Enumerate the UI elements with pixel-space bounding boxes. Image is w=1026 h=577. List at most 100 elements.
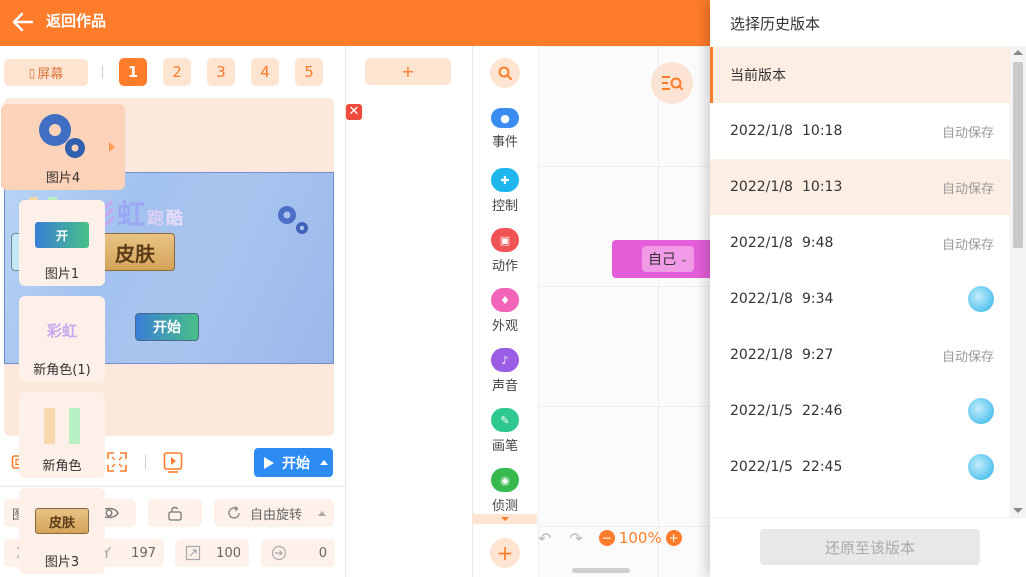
sprite-thumbnail: 彩虹 <box>47 320 77 341</box>
auto-save-tag: 自动保存 <box>941 237 994 253</box>
search-icon <box>498 66 512 80</box>
version-time: 9:34 <box>802 291 834 307</box>
block-dropdown-value: 自己 <box>648 252 676 268</box>
history-version-panel: 选择历史版本 当前版本 2022/1/8 10:18 自动保存 2022/1/8 10:… <box>710 0 1026 577</box>
gear-thumbnail-icon <box>39 114 85 158</box>
run-label: 开始 <box>282 455 310 472</box>
sprite-card[interactable]: 皮肤 图片3 <box>19 488 105 574</box>
version-row[interactable]: 2022/1/5 22:45 <box>710 439 1010 495</box>
direction-icon <box>271 545 287 561</box>
start-game-button: 开始 <box>135 313 199 341</box>
category-icon: ● <box>491 108 519 128</box>
sprite-card[interactable]: 彩虹 新角色(1) <box>19 296 105 382</box>
version-row[interactable]: 2022/1/5 22:46 <box>710 383 1010 439</box>
resize-icon <box>185 545 201 561</box>
category-5[interactable]: ✎ 画笔 <box>472 408 538 454</box>
sprite-name: 新角色(1) <box>33 363 91 378</box>
zoom-in-button[interactable]: + <box>665 530 682 546</box>
workspace-scrollbar[interactable] <box>572 568 630 573</box>
version-row[interactable]: 2022/1/8 10:13 自动保存 <box>710 159 1010 215</box>
code-toolbar: ↶ ↷ − 100% + <box>538 528 710 548</box>
skin-text: 皮肤 <box>115 241 155 266</box>
add-sprite-button[interactable]: + <box>365 58 451 85</box>
version-row[interactable]: 2022/1/8 10:18 自动保存 <box>710 103 1010 159</box>
code-block[interactable]: 自己 ⌄ <box>612 240 710 278</box>
screen-icon: ▯ <box>28 65 36 80</box>
thumb-caihong-text: 彩虹 <box>46 322 77 340</box>
sprite-card[interactable]: 开 图片1 <box>19 200 105 286</box>
play-icon <box>264 456 274 469</box>
page-tab-2[interactable]: 2 <box>163 58 191 86</box>
rotation-mode-select[interactable]: 自由旋转 <box>214 499 334 527</box>
y-value: 197 <box>131 545 156 561</box>
current-version-label: 当前版本 <box>730 68 786 84</box>
add-sprite-label: + <box>401 62 415 81</box>
gear-sprite-icon <box>273 201 313 243</box>
version-row[interactable]: 2022/1/8 9:48 自动保存 <box>710 215 1010 271</box>
fullscreen-icon[interactable] <box>106 451 128 477</box>
lock-toggle[interactable] <box>148 499 202 527</box>
category-scroll-down[interactable] <box>473 514 537 524</box>
panel-divider <box>0 486 345 487</box>
category-label: 外观 <box>491 319 518 334</box>
category-label: 声音 <box>491 379 518 394</box>
run-button[interactable]: 开始 <box>254 448 333 477</box>
version-time: 22:45 <box>802 459 843 475</box>
sprite-thumbnail: 皮肤 <box>35 508 89 534</box>
category-3[interactable]: ♦ 外观 <box>472 288 538 334</box>
version-time: 10:18 <box>802 123 843 139</box>
page-tab-4[interactable]: 4 <box>251 58 279 86</box>
undo-icon[interactable]: ↶ <box>538 529 551 548</box>
back-to-works-link[interactable]: 返回作品 <box>46 11 106 31</box>
search-blocks-button[interactable] <box>490 58 520 88</box>
back-arrow-icon[interactable] <box>10 9 36 35</box>
restore-version-button[interactable]: 还原至该版本 <box>760 529 980 565</box>
title-char-pao: 跑 <box>147 209 167 229</box>
category-6[interactable]: ◉ 侦测 <box>472 468 538 514</box>
zoom-out-button[interactable]: − <box>598 530 615 546</box>
current-version-row[interactable]: 当前版本 <box>710 47 1010 103</box>
version-date: 2022/1/8 <box>730 235 793 251</box>
zoom-level: 100% <box>618 529 662 547</box>
version-row[interactable]: 2022/1/8 9:34 <box>710 271 1010 327</box>
direction-field[interactable]: 0 <box>261 539 335 567</box>
category-label: 画笔 <box>491 439 518 454</box>
screen-button[interactable]: ▯ 屏幕 <box>4 59 88 86</box>
sprite-card-selected[interactable]: 图片4 <box>1 104 125 190</box>
code-search-button[interactable] <box>651 62 693 104</box>
chevron-down-icon: ⌄ <box>680 253 689 265</box>
version-time: 9:48 <box>802 235 834 251</box>
block-dropdown[interactable]: 自己 ⌄ <box>642 246 695 272</box>
category-2[interactable]: ▣ 动作 <box>472 228 538 274</box>
category-1[interactable]: ✚ 控制 <box>472 168 538 214</box>
category-4[interactable]: ♪ 声音 <box>472 348 538 394</box>
version-date: 2022/1/8 <box>730 123 793 139</box>
code-workspace[interactable] <box>538 46 710 577</box>
add-extension-button[interactable]: + <box>490 538 520 568</box>
version-scrollbar-thumb[interactable] <box>1013 62 1023 248</box>
caret-down-icon <box>501 517 509 521</box>
skin-button: 皮肤 <box>95 233 175 271</box>
category-0[interactable]: ● 事件 <box>472 108 538 150</box>
page-tab-3[interactable]: 3 <box>207 58 235 86</box>
scroll-down-arrow-icon[interactable] <box>1013 508 1023 513</box>
scroll-up-arrow-icon[interactable] <box>1013 50 1023 55</box>
size-value: 100 <box>216 545 241 561</box>
delete-sprite-icon[interactable]: ✕ <box>346 104 362 120</box>
size-field[interactable]: 100 <box>175 539 249 567</box>
redo-icon[interactable]: ↷ <box>569 529 582 548</box>
top-bar <box>0 0 710 46</box>
sprite-thumbnail: 开 <box>35 222 89 248</box>
title-char-ku: 酷 <box>166 209 186 229</box>
start-text: 开始 <box>153 320 181 336</box>
page-tab-1[interactable]: 1 <box>119 58 147 86</box>
version-row[interactable]: 2022/1/8 9:27 自动保存 <box>710 327 1010 383</box>
sprite-expand-arrow-icon[interactable] <box>109 142 115 152</box>
sprite-thumbnail <box>44 408 80 444</box>
play-mode-icon[interactable] <box>163 451 183 477</box>
sprite-card[interactable]: 新角色 <box>19 392 105 478</box>
page-tab-5[interactable]: 5 <box>295 58 323 86</box>
direction-value: 0 <box>318 545 327 561</box>
screen-label: 屏幕 <box>37 67 64 82</box>
run-options-caret-icon[interactable] <box>320 460 328 465</box>
